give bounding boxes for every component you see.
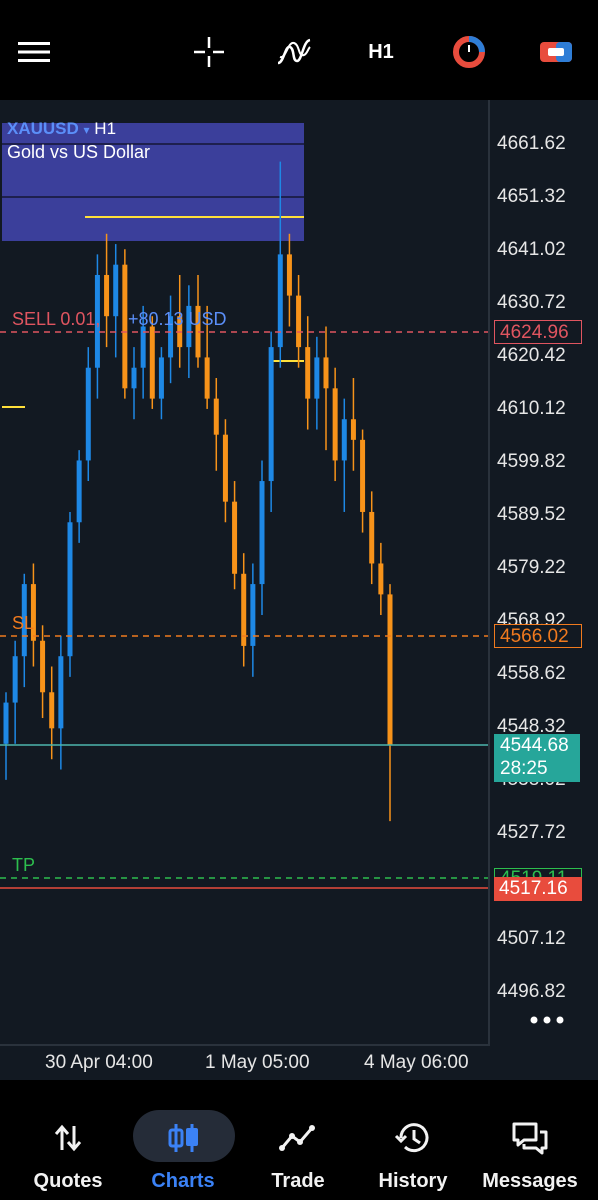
candle-body (213, 398, 219, 435)
candle-body (40, 640, 46, 693)
candle-body (259, 481, 265, 585)
one-click-trading-icon[interactable] (449, 32, 489, 72)
price-axis-label: 4558.62 (497, 663, 566, 684)
candle-body (314, 357, 320, 399)
symbol-timeframe: H1 (94, 119, 117, 138)
bar-countdown: 28:25 (500, 758, 548, 779)
sl-price-marker: 4566.02 (494, 624, 582, 648)
candle-body (58, 656, 64, 729)
candle-body (85, 367, 91, 461)
candle-body (113, 264, 119, 317)
candle-body (12, 656, 18, 703)
price-axis-label: 4527.72 (497, 822, 566, 843)
price-axis-label: 4630.72 (497, 292, 566, 313)
time-axis-label: 30 Apr 04:00 (45, 1052, 153, 1073)
symbol-dropdown-arrow[interactable]: ▾ (84, 123, 90, 137)
current-price-marker: 4544.68 28:25 (494, 734, 580, 782)
candle-body (122, 264, 128, 389)
candle-body (341, 419, 347, 461)
price-axis-label: 4599.82 (497, 451, 566, 472)
tp-label[interactable]: TP (12, 855, 35, 876)
candles-group (3, 161, 393, 822)
price-axis-label: 4589.52 (497, 504, 566, 525)
price-axis-label: 4507.12 (497, 928, 566, 949)
candle-body (131, 367, 137, 389)
price-axis-label: 4579.22 (497, 557, 566, 578)
candle-body (286, 254, 292, 296)
candle-body (369, 511, 375, 564)
nav-quotes[interactable]: Quotes (13, 1110, 123, 1192)
indicators-icon[interactable] (274, 32, 314, 72)
nav-charts[interactable]: Charts (128, 1110, 238, 1192)
nav-messages[interactable]: Messages (475, 1110, 585, 1192)
candle-body (241, 573, 247, 646)
position-profit-label: +80.13 USD (128, 309, 227, 329)
candle-body (296, 295, 302, 348)
nav-messages-label: Messages (482, 1170, 578, 1192)
sell-position-label[interactable]: SELL 0.01, (12, 309, 100, 330)
price-axis-label: 4620.42 (497, 345, 566, 366)
candle-body (360, 439, 366, 512)
price-axis-label: 4661.62 (497, 133, 566, 154)
chart-area[interactable]: XAUUSD ▾ H1 Gold vs US Dollar SELL 0.01,… (0, 100, 598, 1080)
candle-body (277, 254, 283, 348)
chart-plot[interactable]: XAUUSD ▾ H1 Gold vs US Dollar SELL 0.01,… (0, 100, 490, 1046)
open-price-marker: 4624.96 (494, 320, 582, 344)
symbol-ticker: XAUUSD (7, 119, 79, 138)
current-price-value: 4544.68 (500, 735, 569, 756)
candle-body (268, 347, 274, 482)
charts-candles-icon (164, 1118, 204, 1158)
candle-body (158, 357, 164, 399)
symbol-header[interactable]: XAUUSD ▾ H1 (7, 119, 116, 139)
sl-label[interactable]: SL (12, 613, 34, 634)
nav-history-label: History (378, 1170, 448, 1192)
nav-charts-label: Charts (151, 1170, 215, 1192)
price-axis-label: 4651.32 (497, 186, 566, 207)
price-axis-label: 4641.02 (497, 239, 566, 260)
candle-body (49, 692, 55, 729)
symbol-info-box (2, 123, 304, 241)
candle-body (378, 563, 384, 595)
candle-body (332, 388, 338, 461)
symbol-description: Gold vs US Dollar (7, 142, 151, 162)
quotes-arrows-icon (48, 1118, 88, 1158)
candle-body (323, 357, 329, 389)
hamburger-menu-icon[interactable] (14, 32, 54, 72)
price-axis-label: 4610.12 (497, 398, 566, 419)
timeframe-button[interactable]: H1 (361, 32, 401, 72)
candle-body (387, 594, 393, 746)
nav-history[interactable]: History (358, 1110, 468, 1192)
candle-body (104, 274, 110, 317)
candle-body (222, 434, 228, 502)
more-dots-icon[interactable] (529, 1012, 569, 1024)
messages-bubbles-icon (510, 1118, 550, 1158)
candle-body (232, 501, 238, 574)
candle-body (204, 357, 210, 399)
price-axis-label: 4496.82 (497, 981, 566, 1002)
candle-body (3, 702, 9, 744)
trade-line-icon (278, 1118, 318, 1158)
candle-body (305, 347, 311, 399)
candle-body (76, 460, 82, 523)
new-order-icon[interactable] (536, 32, 576, 72)
bottom-navigation: Quotes Charts Trade History Messages (0, 1080, 598, 1200)
candle-body (149, 326, 155, 399)
time-axis-label: 1 May 05:00 (205, 1052, 310, 1073)
history-clock-icon (393, 1118, 433, 1158)
time-axis-label: 4 May 06:00 (364, 1052, 469, 1073)
nav-trade-label: Trade (271, 1170, 325, 1192)
nav-quotes-label: Quotes (33, 1170, 103, 1192)
top-toolbar: H1 (0, 0, 598, 100)
candlestick-chart[interactable] (0, 100, 488, 1044)
bid-price-marker: 4517.16 (494, 877, 582, 901)
nav-trade[interactable]: Trade (243, 1110, 353, 1192)
candle-body (350, 419, 356, 440)
crosshair-icon[interactable] (189, 32, 229, 72)
